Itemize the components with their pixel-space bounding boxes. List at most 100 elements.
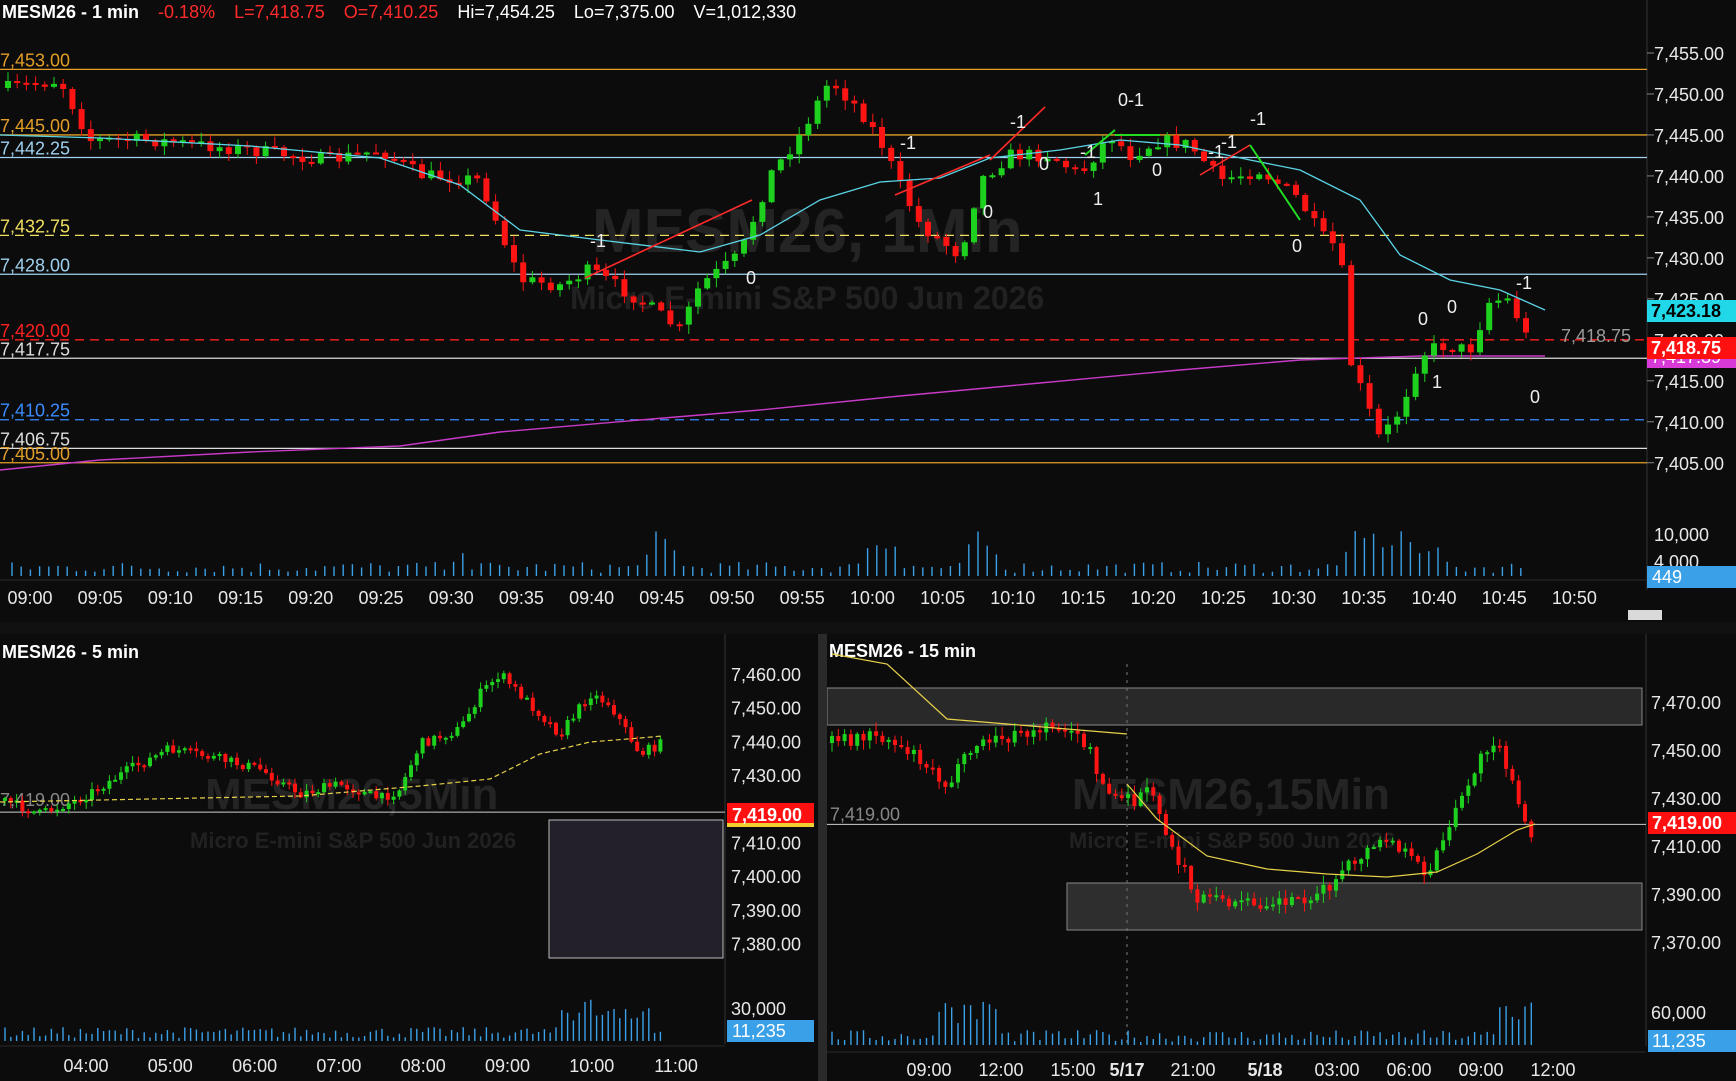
price-level-label: 7,445.00 (0, 116, 70, 136)
y-tick-label: 7,380.00 (731, 935, 801, 955)
candle-15min-body (1384, 839, 1389, 842)
candle-15min-body (911, 749, 916, 755)
candle-1min-body (777, 159, 784, 171)
candle-5min-body (542, 715, 547, 723)
candle-15min-body (1119, 795, 1124, 799)
candle-15min-body (1019, 730, 1023, 733)
x-tick-label: 09:40 (569, 588, 614, 608)
candle-1min-body (345, 152, 352, 162)
candle-5min-body (310, 790, 315, 794)
candle-15min-body (981, 739, 986, 747)
candle-1min-body (143, 133, 149, 141)
candle-1min-body (363, 152, 370, 155)
candle-5min-body (206, 756, 210, 759)
y-tick-label: 7,405.00 (1654, 454, 1724, 474)
candle-5min-body (43, 808, 48, 811)
candle-5min-body (507, 673, 512, 684)
candle-1min-body (317, 151, 324, 164)
candle-1min-body (869, 122, 876, 127)
candle-5min-body (374, 791, 379, 799)
y-tick-label: 7,450.00 (1654, 85, 1724, 105)
price-level-label: 7,442.25 (0, 138, 70, 158)
candle-15min-body (1390, 840, 1395, 843)
candle-1min-body (741, 239, 747, 254)
candle-15min-body (1069, 730, 1074, 733)
candle-5min-body (368, 791, 373, 794)
panel-divider-vertical[interactable] (818, 634, 827, 1081)
price-chart-5min[interactable]: 7,460.007,450.007,440.007,430.007,420.00… (0, 634, 818, 1081)
x-tick-label: 04:00 (63, 1056, 108, 1076)
candle-15min-body (1504, 745, 1509, 769)
candle-1min-body (207, 141, 214, 152)
x-tick-label: 09:50 (709, 588, 754, 608)
candle-1min-body (382, 152, 389, 159)
candle-1min-body (1523, 318, 1529, 333)
price-level-label: 7,432.75 (0, 216, 70, 236)
candle-15min-body (1195, 889, 1200, 903)
price-level-label: 7,405.00 (0, 444, 70, 464)
candle-1min-body (400, 159, 407, 162)
candle-1min-body (32, 82, 39, 85)
x-tick-label: 06:00 (232, 1056, 277, 1076)
candle-1min-body (630, 296, 637, 303)
candle-5min-body (316, 792, 321, 795)
candle-1min-body (989, 175, 996, 178)
candle-15min-body (1000, 735, 1005, 739)
x-tick-label: 10:00 (850, 588, 895, 608)
candle-15min-body (1107, 783, 1112, 794)
candle-15min-body (1478, 753, 1483, 774)
volume-tick-label: 30,000 (731, 999, 786, 1019)
swing-count-label: 0 (1292, 236, 1302, 256)
swing-trendline-down (1249, 144, 1301, 221)
swing-count-label: 0-1 (1118, 90, 1144, 110)
candle-1min-body (1090, 162, 1097, 171)
panel-divider-horizontal[interactable] (0, 622, 1736, 634)
candle-1min-body (547, 282, 554, 291)
candle-15min-body (1441, 840, 1446, 851)
candle-5min-body (362, 791, 367, 795)
candle-1min-body (961, 242, 968, 257)
candle-15min-body (1088, 747, 1093, 750)
x-tick-label: 09:35 (499, 588, 544, 608)
candle-5min-body (101, 788, 106, 791)
candle-1min-body (557, 284, 563, 291)
candle-1min-body (1431, 343, 1437, 356)
candle-1min-body (1440, 343, 1447, 350)
candle-1min-body (676, 324, 683, 327)
candle-15min-body (987, 739, 992, 743)
candle-1min-body (851, 100, 858, 104)
volume-current-value: 11,235 (1652, 1031, 1706, 1051)
last-price-value: 7,419.00 (732, 805, 802, 825)
x-tick-label: 10:50 (1552, 588, 1597, 608)
candle-1min-body (14, 81, 21, 84)
scrollbar-thumb[interactable] (1628, 610, 1662, 620)
candle-1min-body (925, 221, 931, 237)
candle-1min-body (575, 279, 582, 282)
candle-5min-body (3, 797, 7, 801)
x-tick-label: 12:00 (1530, 1060, 1575, 1080)
candle-15min-body (1472, 773, 1477, 786)
chart-15min-panel[interactable]: MESM26 - 15 min MESM26,15Min Micro E-min… (827, 634, 1736, 1081)
x-tick-label: 10:45 (1482, 588, 1527, 608)
chart-1min-panel[interactable]: MESM26 - 1 min -0.18% L=7,418.75 O=7,410… (0, 0, 1736, 622)
price-chart-1min[interactable]: 7,455.00 7,450.00 7,445.00 7,440.00 7,435.00… (0, 0, 1736, 622)
candle-15min-body (1365, 847, 1370, 860)
candle-15min-body (974, 746, 979, 753)
candle-5min-body (496, 679, 500, 682)
x-tick-label: 10:20 (1131, 588, 1176, 608)
x-tick-label: 05:00 (148, 1056, 193, 1076)
candle-15min-body (1359, 859, 1364, 864)
price-chart-15min[interactable]: 7,470.00 7,450.00 7,430.00 7,410.00 7,390.00… (827, 634, 1736, 1081)
y-tick-label: 7,415.00 (1654, 372, 1724, 392)
swing-count-label: 0 (1530, 387, 1540, 407)
x-tick-label: 5/18 (1247, 1060, 1282, 1080)
candle-1min-body (971, 208, 977, 243)
candle-5min-body (153, 755, 158, 758)
candle-15min-body (886, 739, 891, 743)
candle-1min-body (842, 88, 849, 101)
candle-15min-body (848, 734, 853, 746)
y-tick-label: 7,400.00 (731, 867, 801, 887)
moving-average-20 (0, 134, 1546, 311)
y-tick-label: 7,430.00 (731, 766, 801, 786)
chart-5min-panel[interactable]: MESM26 - 5 min MESM26,5Min Micro E-mini … (0, 634, 818, 1081)
